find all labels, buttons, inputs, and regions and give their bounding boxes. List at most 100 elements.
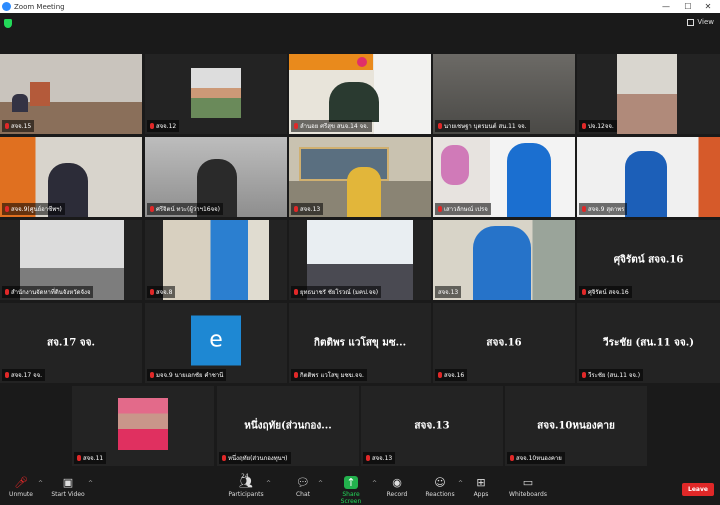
participant-tile[interactable]: วีระชัย (สน.11 จจ.) วีระชัย (สน.11 จจ.) <box>577 303 720 383</box>
muted-mic-icon <box>582 372 586 378</box>
participant-display-name: สจจ.13 <box>414 420 450 432</box>
participant-tile[interactable]: นายเชษฐา บุตรมนต์ สน.11 จจ. <box>433 54 575 134</box>
chat-bubble-icon: 💬︎ <box>296 476 310 489</box>
participant-tile[interactable]: ลำนอย ศรีสุข สนจ.14 จจ. <box>289 54 431 134</box>
record-button[interactable]: ◉ Record <box>384 476 410 498</box>
participant-display-name: สจจ.10หนองคาย <box>537 420 615 432</box>
muted-mic-icon <box>5 372 9 378</box>
participant-tile[interactable]: e มจจ.9 นายเอกชัย คำชานี <box>145 303 287 383</box>
muted-mic-icon <box>222 455 226 461</box>
participant-tile[interactable]: ศุจิรัตน์ สจจ.16 ศุจิรัตน์ สจจ.16 <box>577 220 720 300</box>
participant-tile[interactable]: สจจ.8 <box>145 220 287 300</box>
muted-mic-icon <box>582 289 586 295</box>
person <box>473 226 531 300</box>
participant-tile[interactable]: สจ.17 จจ. สจจ.17 จจ. <box>0 303 142 383</box>
whiteboards-button[interactable]: ▭ Whiteboards <box>508 476 548 498</box>
participant-name: สจจ.12 <box>147 120 180 132</box>
muted-mic-icon <box>150 289 154 295</box>
participant-tile[interactable]: สจจ.10หนองคาย สจจ.10หนองคาย <box>505 386 647 466</box>
maximize-icon[interactable]: ☐ <box>678 0 698 13</box>
chevron-up-icon[interactable]: ^ <box>318 480 323 487</box>
participant-tile[interactable]: สจจ.11 <box>72 386 214 466</box>
unmute-button[interactable]: 🎤︎ ^ Unmute <box>6 476 43 498</box>
chevron-up-icon[interactable]: ^ <box>266 480 271 487</box>
muted-microphone-icon: 🎤︎ <box>14 476 28 489</box>
muted-mic-icon <box>438 372 442 378</box>
muted-mic-icon <box>294 206 298 212</box>
participant-tile[interactable]: สจจ.13 สจจ.13 <box>361 386 503 466</box>
view-button[interactable]: View <box>687 18 714 26</box>
participant-display-name: วีระชัย (สน.11 จจ.) <box>603 337 694 349</box>
participant-name: ศรีจิตน์ ทวะ(ผู้ว่าฯ16จจ) <box>147 203 223 215</box>
apps-button[interactable]: ⊞ Apps <box>470 476 492 498</box>
participant-display-name: ศุจิรัตน์ สจจ.16 <box>613 254 684 266</box>
door <box>30 82 50 106</box>
participant-tile[interactable]: ปจ.12จจ. <box>577 54 720 134</box>
participant-name: สจจ.13 <box>363 452 396 464</box>
participant-name: สจจ.11 <box>74 452 107 464</box>
window-titlebar: Zoom Meeting — ☐ ✕ <box>0 0 720 13</box>
participant-tile[interactable]: สจจ.15 <box>0 54 142 134</box>
participant-name: สจจ.9(ศูนย์อาชีพฯ) <box>2 203 65 215</box>
muted-mic-icon <box>582 123 586 129</box>
meeting-topbar: View <box>0 13 720 33</box>
video-camera-off-icon: ▣ <box>62 476 74 489</box>
participant-name: นายเชษฐา บุตรมนต์ สน.11 จจ. <box>435 120 530 132</box>
muted-mic-icon <box>5 206 9 212</box>
chevron-up-icon[interactable]: ^ <box>458 480 463 487</box>
meeting-toolbar: 🎤︎ ^ Unmute ▣ ^ Start Video 👥︎ 24 ^ Part… <box>0 473 720 505</box>
close-icon[interactable]: ✕ <box>698 0 718 13</box>
profile-picture <box>118 398 168 450</box>
chat-button[interactable]: 💬︎ ^ Chat <box>290 476 323 498</box>
participant-name: สจจ.15 <box>2 120 35 132</box>
muted-mic-icon <box>294 372 298 378</box>
participant-name: กิตติพร แวโสขุ มซฆ.จจ. <box>291 369 367 381</box>
muted-mic-icon <box>294 123 298 129</box>
participant-name: ปจ.12จจ. <box>579 120 617 132</box>
participant-name: สำนักงานจัดหาที่ดินจังหวัดจังจ <box>2 286 94 298</box>
participant-tile-active-speaker[interactable]: สจจ.13 <box>433 220 575 300</box>
participant-tile[interactable]: กิตติพร แวโสขุ มซ... กิตติพร แวโสขุ มซฆ.… <box>289 303 431 383</box>
participant-tile[interactable]: สจจ.12 <box>145 54 287 134</box>
person <box>347 167 381 217</box>
chevron-up-icon[interactable]: ^ <box>38 480 43 487</box>
muted-mic-icon <box>510 455 514 461</box>
share-screen-button[interactable]: ↑ ^ Share Screen <box>332 476 377 505</box>
participant-tile[interactable]: สจจ.9(ศูนย์อาชีพฯ) <box>0 137 142 217</box>
zoom-logo-icon <box>2 2 11 11</box>
person <box>507 143 551 217</box>
person <box>625 151 667 217</box>
share-screen-icon: ↑ <box>344 476 358 489</box>
leave-button[interactable]: Leave <box>682 483 714 496</box>
minimize-icon[interactable]: — <box>656 0 676 13</box>
participant-tile[interactable]: ยุทธนาชรั ชัยโรวณ์ (มคป.จจ) <box>289 220 431 300</box>
participant-display-name: หนึ่งฤทัย(ส่วนกอง... <box>244 420 332 432</box>
participant-tile[interactable]: ศรีจิตน์ ทวะ(ผู้ว่าฯ16จจ) <box>145 137 287 217</box>
participant-name: เสาวลักษณ์ เปรจ <box>435 203 491 215</box>
start-video-button[interactable]: ▣ ^ Start Video <box>50 476 93 498</box>
participant-display-name: สจ.17 จจ. <box>46 337 96 349</box>
participant-tile[interactable]: สจจ.16 สจจ.16 <box>433 303 575 383</box>
person <box>12 94 28 112</box>
participant-name: วีระชัย (สน.11 จจ.) <box>579 369 644 381</box>
participant-tile[interactable]: หนึ่งฤทัย(ส่วนกอง... หนึ่งฤทัย(ส่วนกองทุ… <box>217 386 359 466</box>
video-feed <box>163 220 269 300</box>
chevron-up-icon[interactable]: ^ <box>372 480 377 487</box>
muted-mic-icon <box>150 123 154 129</box>
reactions-button[interactable]: ☺ ^ Reactions <box>424 476 463 498</box>
grid-icon <box>687 18 695 26</box>
participant-gallery: สจจ.15 สจจ.12 ลำนอย ศรีสุข สนจ.14 จจ. นา… <box>0 33 720 473</box>
participant-tile[interactable]: เสาวลักษณ์ เปรจ <box>433 137 575 217</box>
muted-mic-icon <box>5 123 9 129</box>
participant-tile[interactable]: สจจ.13 <box>289 137 431 217</box>
muted-mic-icon <box>150 372 154 378</box>
participant-tile[interactable]: สำนักงานจัดหาที่ดินจังหวัดจังจ <box>0 220 142 300</box>
profile-avatar: e <box>191 315 241 366</box>
record-dot <box>357 57 367 67</box>
profile-picture <box>191 68 241 118</box>
muted-mic-icon <box>438 123 442 129</box>
participants-button[interactable]: 👥︎ 24 ^ Participants <box>228 473 271 498</box>
chevron-up-icon[interactable]: ^ <box>88 480 93 487</box>
participant-tile[interactable]: สจจ.9 สุดาพร <box>577 137 720 217</box>
shield-icon[interactable] <box>4 19 12 28</box>
